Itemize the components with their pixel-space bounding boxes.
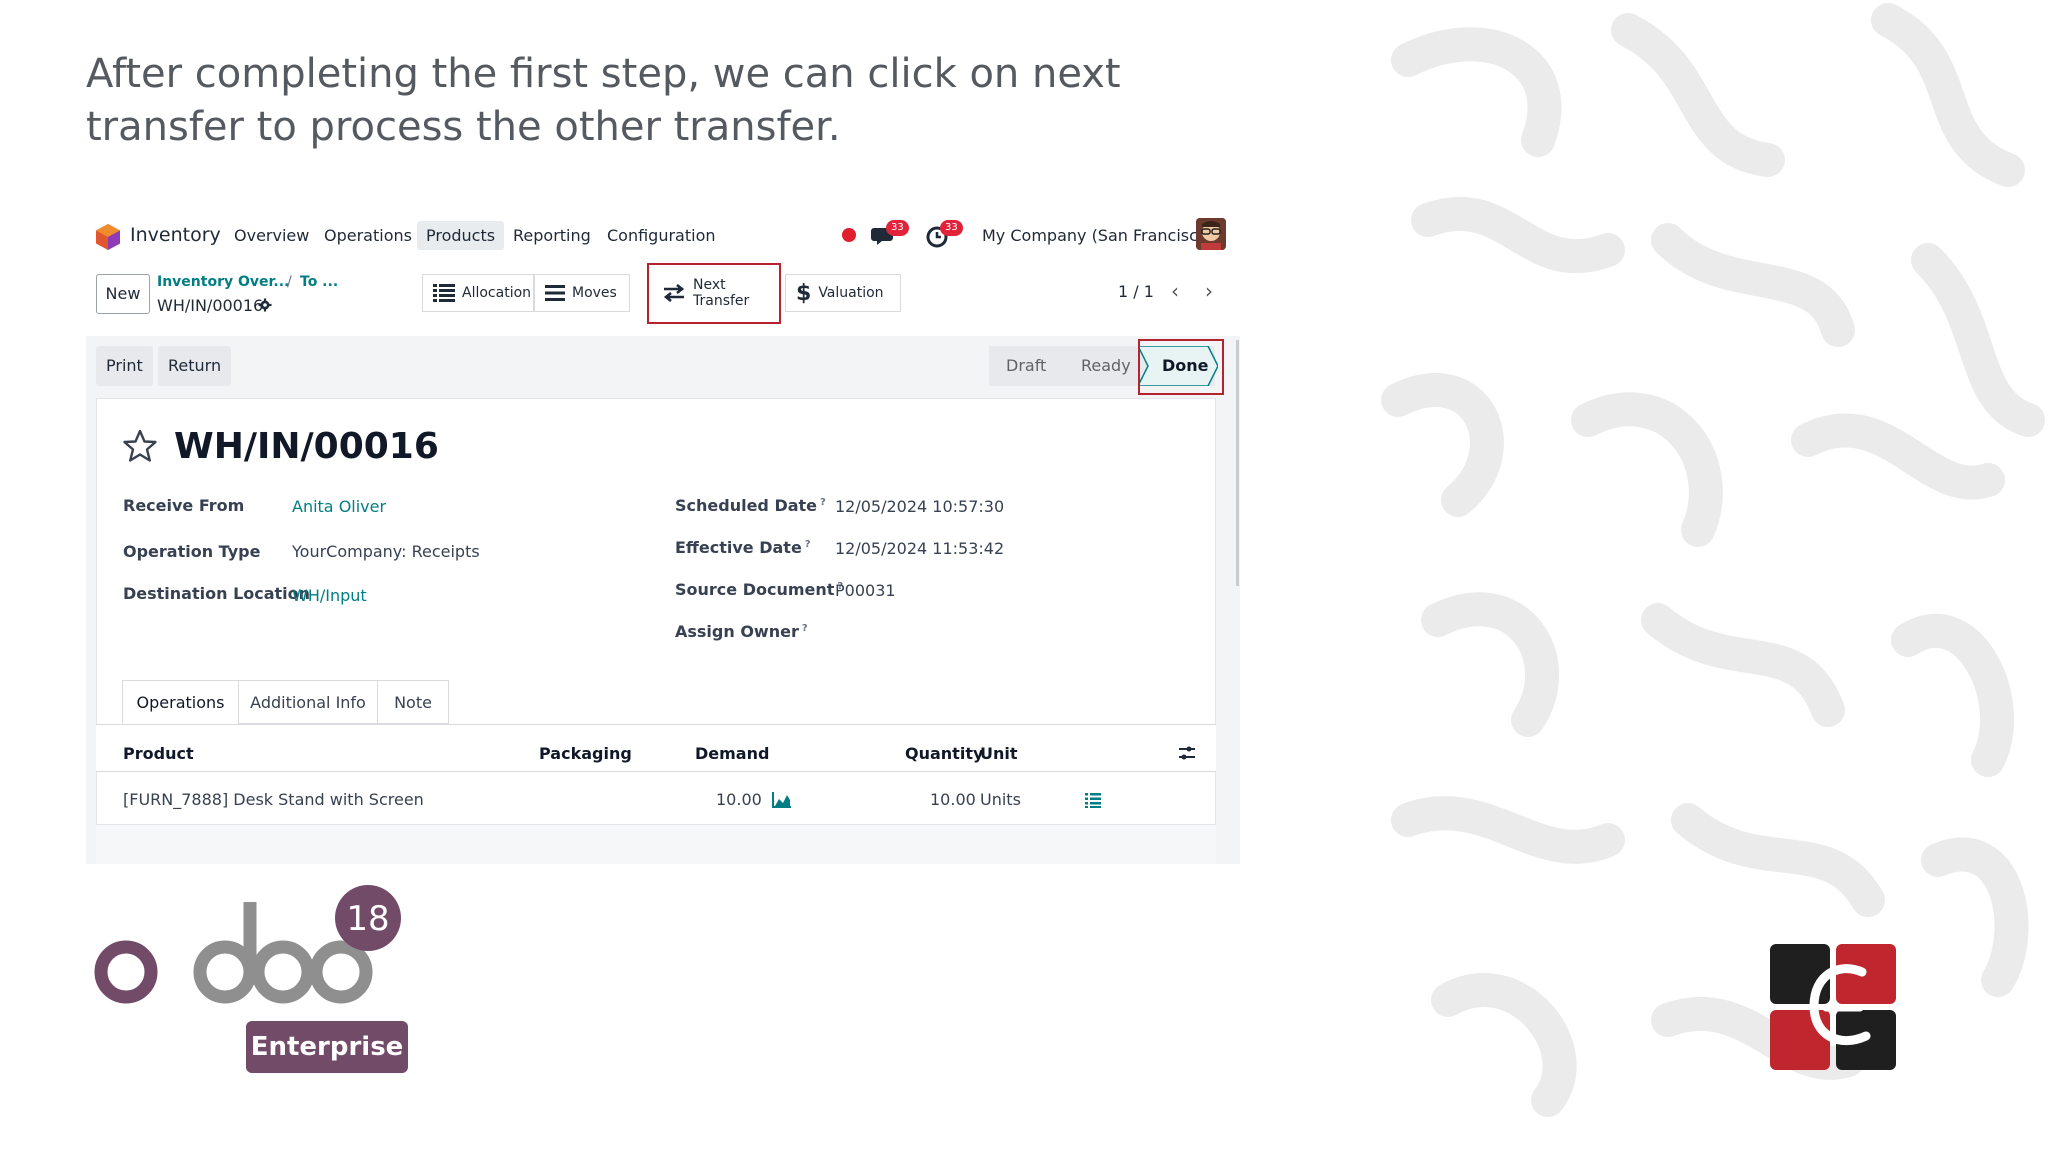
- scheduled-date-value[interactable]: 12/05/2024 10:57:30: [835, 497, 1004, 516]
- operation-type-label: Operation Type: [123, 542, 261, 561]
- column-unit[interactable]: Unit: [980, 744, 1018, 763]
- menu-reporting[interactable]: Reporting: [513, 226, 591, 245]
- column-packaging[interactable]: Packaging: [539, 744, 632, 763]
- column-product[interactable]: Product: [123, 744, 194, 763]
- status-ready[interactable]: Ready: [1081, 346, 1131, 386]
- pager-previous-icon[interactable]: ‹: [1160, 274, 1190, 308]
- details-list-icon[interactable]: [1085, 792, 1101, 808]
- allocation-label: Allocation: [462, 285, 532, 301]
- forecast-chart-icon[interactable]: [772, 792, 792, 808]
- print-button[interactable]: Print: [96, 346, 153, 386]
- source-document-label: Source Document?: [675, 580, 844, 599]
- scrollbar[interactable]: [1236, 340, 1239, 586]
- receive-from-label: Receive From: [123, 496, 245, 515]
- column-settings-icon[interactable]: [1178, 744, 1196, 762]
- user-avatar[interactable]: [1196, 218, 1226, 250]
- destination-location-label: Destination Location: [123, 584, 311, 603]
- recording-dot-icon: [842, 228, 856, 242]
- edition-badge: Enterprise: [246, 1021, 408, 1073]
- list-icon: [433, 284, 455, 302]
- inventory-app-icon: [96, 224, 120, 250]
- column-quantity[interactable]: Quantity: [905, 744, 983, 763]
- activities-badge: 33: [940, 220, 963, 236]
- breadcrumb-inventory-overview[interactable]: Inventory Over...: [157, 274, 289, 290]
- next-transfer-highlight: [647, 263, 781, 324]
- row-quantity[interactable]: 10.00: [930, 790, 976, 809]
- moves-label: Moves: [572, 285, 617, 301]
- star-icon[interactable]: [122, 428, 158, 464]
- tab-operations[interactable]: Operations: [122, 680, 239, 724]
- breadcrumb-to[interactable]: To ...: [300, 274, 338, 290]
- status-draft[interactable]: Draft: [1006, 346, 1046, 386]
- return-button[interactable]: Return: [158, 346, 232, 386]
- effective-date-label: Effective Date?: [675, 538, 811, 557]
- source-document-value[interactable]: P00031: [835, 581, 896, 600]
- pager-next-icon[interactable]: ›: [1194, 274, 1224, 308]
- bars-icon: [545, 285, 565, 301]
- dollar-icon: $: [796, 280, 812, 306]
- operation-type-value[interactable]: YourCompany: Receipts: [292, 542, 480, 561]
- moves-button[interactable]: Moves: [534, 274, 630, 312]
- allocation-button[interactable]: Allocation: [422, 274, 534, 312]
- company-logo: [1770, 944, 1896, 1070]
- destination-location-value[interactable]: WH/Input: [292, 586, 367, 605]
- record-title: WH/IN/00016: [174, 426, 439, 467]
- breadcrumb-separator: /: [287, 274, 292, 290]
- status-done-highlight: [1138, 339, 1224, 395]
- inventory-screenshot: Inventory Overview Operations Products R…: [86, 208, 1240, 864]
- table-empty-area: [96, 825, 1216, 864]
- row-unit[interactable]: Units: [980, 790, 1021, 809]
- app-name[interactable]: Inventory: [130, 224, 221, 246]
- menu-configuration[interactable]: Configuration: [607, 226, 716, 245]
- breadcrumb-current-record: WH/IN/00016: [157, 296, 264, 315]
- assign-owner-label: Assign Owner?: [675, 622, 808, 641]
- gear-icon[interactable]: [258, 298, 272, 312]
- new-button[interactable]: New: [96, 274, 150, 314]
- valuation-button[interactable]: $ Valuation: [785, 274, 901, 312]
- scheduled-date-label: Scheduled Date?: [675, 496, 826, 515]
- effective-date-value[interactable]: 12/05/2024 11:53:42: [835, 539, 1004, 558]
- odoo-version: 18: [346, 899, 389, 939]
- receive-from-value[interactable]: Anita Oliver: [292, 497, 386, 516]
- menu-products[interactable]: Products: [417, 221, 505, 250]
- row-demand[interactable]: 10.00: [716, 790, 762, 809]
- odoo-logo: 18: [94, 885, 401, 1004]
- pager-value[interactable]: 1 / 1: [1118, 282, 1154, 301]
- menu-overview[interactable]: Overview: [234, 226, 309, 245]
- top-navbar: Inventory Overview Operations Products R…: [86, 208, 1240, 262]
- table-header: [96, 724, 1216, 772]
- column-demand[interactable]: Demand: [695, 744, 769, 763]
- valuation-label: Valuation: [818, 285, 884, 301]
- decorative-pattern: [1381, 3, 2045, 1117]
- messages-badge: 33: [886, 220, 909, 236]
- tab-note[interactable]: Note: [377, 680, 449, 724]
- company-switcher[interactable]: My Company (San Francisco): [982, 226, 1214, 245]
- tab-additional-info[interactable]: Additional Info: [238, 680, 378, 724]
- menu-operations[interactable]: Operations: [324, 226, 412, 245]
- row-product[interactable]: [FURN_7888] Desk Stand with Screen: [123, 790, 424, 809]
- slide-caption: After completing the first step, we can …: [86, 51, 1121, 150]
